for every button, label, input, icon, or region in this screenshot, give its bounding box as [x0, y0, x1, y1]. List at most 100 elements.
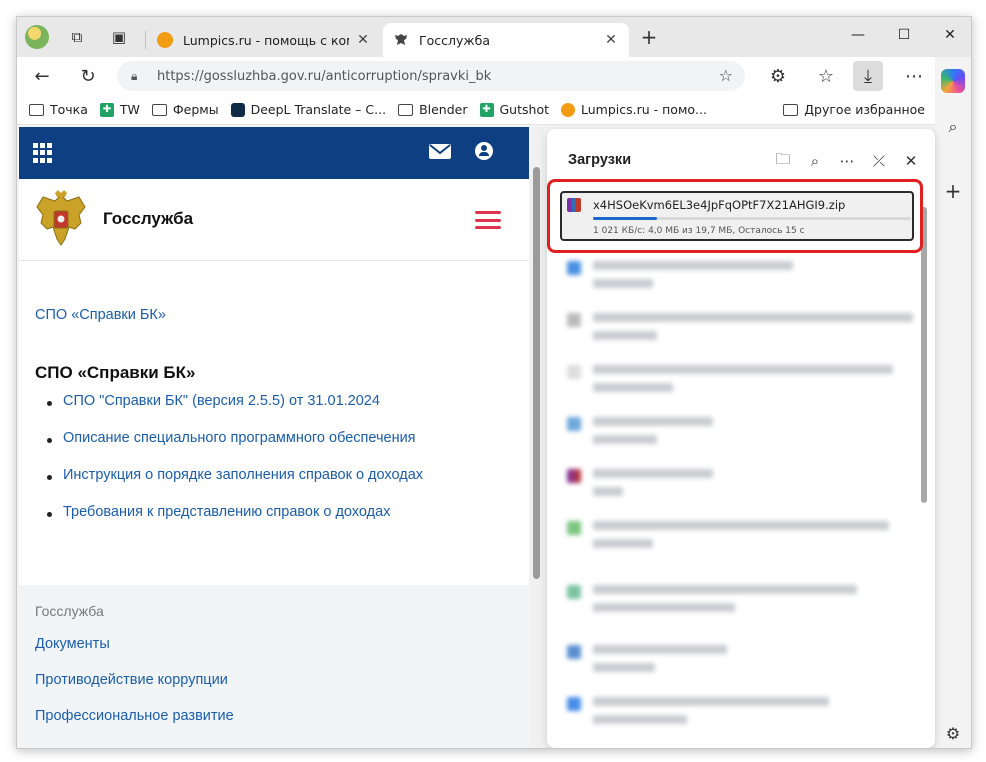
close-window-button[interactable]: ✕	[927, 17, 971, 53]
extensions-icon[interactable]: ⚙	[763, 61, 793, 91]
close-tab-icon[interactable]: ✕	[603, 32, 619, 48]
sheets-icon: ✚	[479, 102, 494, 117]
bookmark-item[interactable]: Точка	[29, 102, 88, 117]
folder-icon	[783, 103, 799, 116]
download-item-blurred[interactable]	[561, 361, 921, 401]
list-item-link[interactable]: Инструкция о порядке заполнения справок …	[35, 467, 423, 504]
blurred-text	[593, 365, 893, 374]
download-item-blurred[interactable]	[561, 465, 921, 505]
copilot-icon[interactable]	[941, 69, 965, 93]
minimize-button[interactable]: —	[835, 17, 881, 53]
document-list: СПО "Справки БК" (версия 2.5.5) от 31.01…	[35, 393, 423, 541]
profile-avatar[interactable]	[25, 25, 49, 49]
list-item-link[interactable]: Требования к представлению справок о дох…	[35, 504, 423, 541]
scrollbar-thumb[interactable]	[533, 167, 540, 579]
maximize-button[interactable]: ☐	[881, 17, 927, 53]
deepl-icon	[230, 102, 245, 117]
bookmark-label: Фермы	[172, 102, 219, 117]
footer-link-professional[interactable]: Профессиональное развитие	[35, 708, 234, 724]
blurred-text	[593, 383, 673, 392]
footer-link-anticorruption[interactable]: Противодействие коррупции	[35, 672, 228, 688]
new-tab-button[interactable]: +	[637, 25, 661, 49]
folder-icon	[29, 103, 44, 116]
download-item-blurred[interactable]	[561, 693, 921, 733]
blurred-text	[593, 279, 653, 288]
downloads-button[interactable]: ⤓	[853, 61, 883, 91]
blurred-text	[593, 715, 687, 724]
hamburger-menu-icon[interactable]	[475, 211, 501, 229]
user-account-icon[interactable]	[475, 142, 493, 160]
lumpics-icon	[157, 32, 173, 48]
bookmark-label: Gutshot	[499, 102, 550, 117]
blurred-text	[593, 313, 913, 322]
unpin-icon[interactable]: ⤫	[863, 149, 895, 173]
more-options-icon[interactable]: ⋯	[831, 149, 863, 173]
blurred-text	[593, 469, 713, 478]
breadcrumb[interactable]: СПО «Справки БК»	[35, 307, 166, 323]
tab-lumpics[interactable]: Lumpics.ru - помощь с компьютером ✕	[147, 23, 381, 57]
tab-gossluzhba[interactable]: Госслужба ✕	[383, 23, 629, 57]
search-icon[interactable]: ⌕	[799, 149, 831, 173]
download-item-blurred[interactable]	[561, 413, 921, 453]
window-controls: — ☐ ✕	[835, 17, 971, 53]
favorites-icon[interactable]: ☆	[811, 61, 841, 91]
back-button[interactable]: ←	[27, 61, 57, 91]
bookmark-item[interactable]: ✚ TW	[99, 102, 140, 117]
lumpics-icon	[561, 102, 575, 117]
lock-icon[interactable]: 🔒︎	[131, 69, 145, 84]
site-title[interactable]: Госслужба	[103, 209, 193, 229]
mail-icon[interactable]	[429, 144, 451, 159]
footer-link-documents[interactable]: Документы	[35, 636, 110, 652]
bookmark-item[interactable]: Lumpics.ru - помо...	[561, 102, 707, 117]
file-icon	[567, 585, 581, 599]
address-bar[interactable]: 🔒︎ https://gossluzhba.gov.ru/anticorrupt…	[117, 61, 745, 91]
blurred-text	[593, 417, 713, 426]
edge-sidebar: ⌕ + ⚙	[935, 57, 971, 748]
downloads-scrollbar[interactable]	[921, 207, 927, 503]
bookmark-label: Точка	[50, 102, 88, 117]
list-item-link[interactable]: Описание специального программного обесп…	[35, 430, 423, 467]
settings-gear-icon[interactable]: ⚙	[941, 721, 965, 745]
download-item-blurred[interactable]	[561, 517, 921, 557]
more-menu-icon[interactable]: ⋯	[899, 61, 929, 91]
download-item-blurred[interactable]	[561, 309, 921, 349]
download-item-blurred[interactable]	[561, 641, 921, 681]
highlight-frame	[547, 179, 923, 253]
bookmarks-bar: Точка ✚ TW Фермы DeepL Translate – С... B…	[17, 95, 971, 125]
coat-of-arms-icon[interactable]	[33, 189, 89, 249]
add-sidebar-app-icon[interactable]: +	[941, 179, 965, 203]
bookmark-item[interactable]: Фермы	[151, 102, 219, 117]
bookmark-label: Blender	[419, 102, 468, 117]
bookmark-item[interactable]: DeepL Translate – С...	[230, 102, 387, 117]
workspaces-icon[interactable]: ⧉	[65, 25, 89, 49]
file-icon	[567, 645, 581, 659]
blurred-text	[593, 645, 727, 654]
other-favorites-label: Другое избранное	[804, 102, 925, 117]
blurred-text	[593, 331, 657, 340]
search-icon[interactable]: ⌕	[941, 115, 965, 139]
open-folder-icon[interactable]: 🗀	[767, 149, 799, 173]
blurred-text	[593, 539, 653, 548]
navigation-bar: ← ↻ 🔒︎ https://gossluzhba.gov.ru/anticor…	[17, 57, 971, 95]
close-icon[interactable]: ✕	[895, 149, 927, 173]
favorite-star-icon[interactable]: ☆	[719, 66, 733, 85]
blurred-text	[593, 521, 889, 530]
download-item-blurred[interactable]	[561, 257, 921, 297]
close-tab-icon[interactable]: ✕	[355, 32, 371, 48]
refresh-button[interactable]: ↻	[73, 61, 103, 91]
file-icon	[567, 417, 581, 431]
bookmark-label: DeepL Translate – С...	[250, 102, 387, 117]
other-favorites[interactable]: Другое избранное	[783, 102, 925, 117]
list-item-link[interactable]: СПО "Справки БК" (версия 2.5.5) от 31.01…	[35, 393, 423, 430]
bookmark-item[interactable]: Blender	[398, 102, 468, 117]
site-footer: Госслужба Документы Противодействие корр…	[19, 585, 529, 748]
file-icon	[567, 697, 581, 711]
page-scrollbar[interactable]	[530, 127, 544, 748]
zip-archive-icon	[567, 469, 581, 483]
download-item-blurred[interactable]	[561, 581, 921, 621]
url-text: https://gossluzhba.gov.ru/anticorruption…	[157, 68, 492, 84]
bookmark-item[interactable]: ✚ Gutshot	[479, 102, 550, 117]
downloads-header: Загрузки 🗀 ⌕ ⋯ ⤫ ✕	[547, 129, 935, 185]
apps-grid-icon[interactable]	[33, 143, 53, 163]
vertical-tabs-icon[interactable]: ▣	[107, 25, 131, 49]
